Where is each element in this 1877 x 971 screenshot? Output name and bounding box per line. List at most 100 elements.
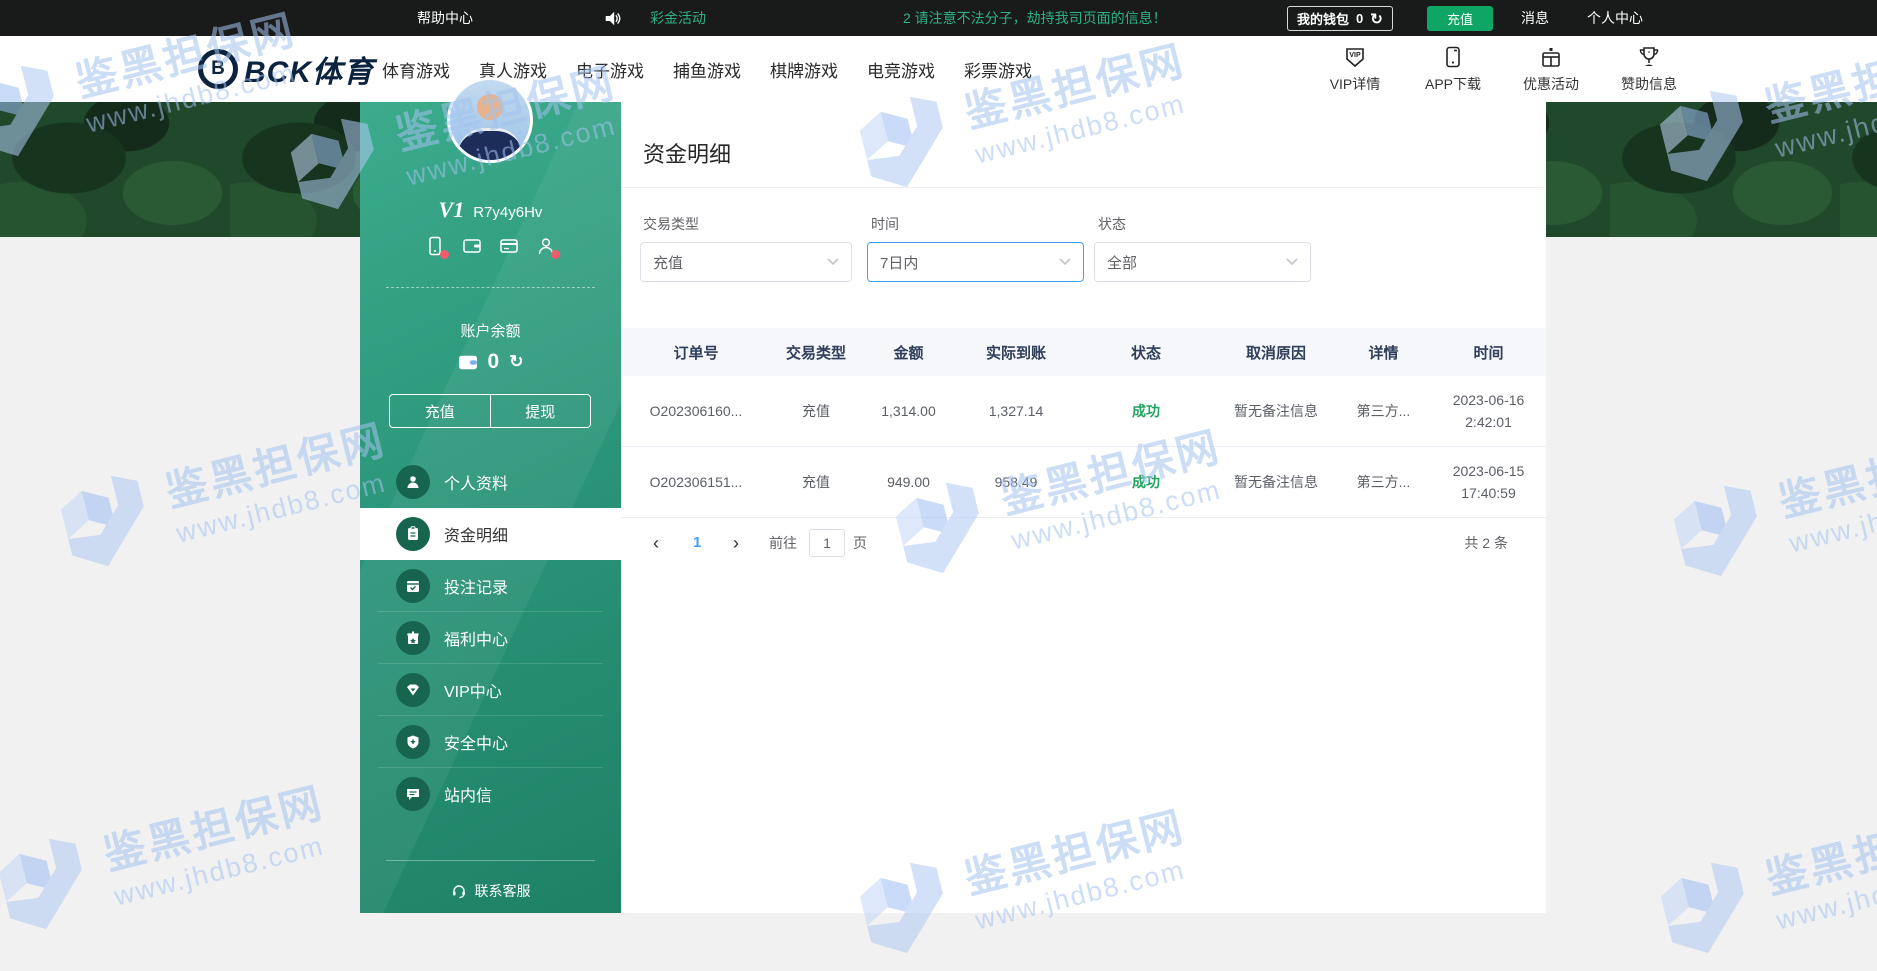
wallet-pill[interactable]: 我的钱包 0 ↻ (1287, 6, 1393, 31)
filter-label-status: 状态 (1098, 214, 1126, 234)
sidebar-item-bets[interactable]: 投注记录 (360, 560, 621, 612)
contact-label: 联系客服 (475, 881, 531, 901)
quick-links: VIP VIP详情 APP下载 优惠活动 (1318, 36, 1686, 102)
sidebar-item-messages[interactable]: 站内信 (360, 768, 621, 820)
cell-time: 2023-06-16 2:42:01 (1431, 389, 1546, 434)
col-actual: 实际到账 (956, 342, 1076, 363)
watermark: 鉴黑担保网www.jhdb8.com (0, 763, 339, 947)
status-select[interactable]: 全部 (1094, 242, 1311, 282)
cell-time-clock: 17:40:59 (1461, 485, 1516, 501)
balance-row: 0 ↻ (360, 350, 621, 374)
cell-amount: 949.00 (861, 474, 956, 490)
prev-page-icon[interactable]: ‹ (653, 527, 659, 559)
chevron-down-icon (1286, 258, 1298, 266)
deposit-button[interactable]: 充值 (390, 395, 491, 427)
headset-icon (451, 883, 467, 899)
quick-label: VIP详情 (1330, 74, 1381, 94)
page-number[interactable]: 1 (693, 527, 701, 559)
promotions-link[interactable]: 优惠活动 (1514, 45, 1588, 94)
speaker-icon (604, 10, 621, 27)
menu-label: 个人资料 (444, 470, 508, 494)
promo-link[interactable]: 彩金活动 (650, 0, 706, 36)
cell-order: O202306160... (621, 403, 771, 419)
bank-card-icon[interactable] (499, 236, 519, 256)
phone-verified-icon[interactable] (425, 236, 445, 256)
time-select-value: 7日内 (880, 252, 918, 273)
cell-time-date: 2023-06-16 (1453, 392, 1525, 408)
cell-time-clock: 2:42:01 (1465, 414, 1512, 430)
topbar: 帮助中心 彩金活动 2 请注意不法分子，劫持我司页面的信息！ 我的钱包 0 ↻ … (0, 0, 1877, 36)
verified-badge (440, 250, 449, 259)
table-header: 订单号 交易类型 金额 实际到账 状态 取消原因 详情 时间 (621, 328, 1546, 376)
contact-service-button[interactable]: 联系客服 (360, 876, 621, 906)
col-time: 时间 (1431, 342, 1546, 363)
menu-label: 福利中心 (444, 626, 508, 650)
total-count: 共 2 条 (1464, 527, 1508, 559)
sidebar-menu: 个人资料 资金明细 投注记录 福利中心 VIP中心 (360, 456, 621, 820)
refresh-icon[interactable]: ↻ (1370, 10, 1383, 28)
cell-status: 成功 (1076, 401, 1216, 421)
nav-item-esports[interactable]: 电竞游戏 (867, 57, 935, 82)
sidebar-item-profile[interactable]: 个人资料 (360, 456, 621, 508)
app-download-link[interactable]: APP下载 (1416, 45, 1490, 94)
topbar-recharge-button[interactable]: 充值 (1427, 6, 1493, 31)
col-status: 状态 (1076, 342, 1216, 363)
vip-diamond-icon (396, 673, 430, 707)
wallet-balance-icon (458, 353, 478, 371)
quick-label: APP下载 (1425, 74, 1481, 94)
sidebar: V1 R7y4y6Hv 账户余额 0 ↻ 充值 提现 (360, 102, 621, 913)
nav-item-slots[interactable]: 电子游戏 (576, 57, 644, 82)
cell-type: 充值 (771, 472, 861, 492)
avatar[interactable] (447, 77, 533, 163)
cell-actual: 958.49 (956, 474, 1076, 490)
sidebar-item-funds[interactable]: 资金明细 (360, 508, 621, 560)
trophy-icon (1637, 45, 1661, 69)
cell-reason: 暂无备注信息 (1216, 472, 1336, 492)
wallet-amount: 0 (1356, 11, 1363, 26)
nav-item-fishing[interactable]: 捕鱼游戏 (673, 57, 741, 82)
cell-amount: 1,314.00 (861, 403, 956, 419)
table-row: O202306151... 充值 949.00 958.49 成功 暂无备注信息… (621, 447, 1546, 518)
quick-label: 优惠活动 (1523, 74, 1579, 94)
balance-label: 账户余额 (360, 320, 621, 341)
watermark: 鉴黑担保网www.jhdb8.com (1656, 410, 1877, 594)
col-order: 订单号 (621, 342, 771, 363)
nav-item-chess[interactable]: 棋牌游戏 (770, 57, 838, 82)
user-icon (396, 465, 430, 499)
type-select-value: 充值 (653, 252, 683, 273)
sidebar-item-vip[interactable]: VIP中心 (360, 664, 621, 716)
time-select[interactable]: 7日内 (867, 242, 1084, 282)
nav-item-lottery[interactable]: 彩票游戏 (964, 57, 1032, 82)
page-unit-label: 页 (853, 527, 867, 559)
logo-text: BCK体育 (244, 47, 374, 91)
next-page-icon[interactable]: › (733, 527, 739, 559)
withdraw-button[interactable]: 提现 (491, 395, 591, 427)
phone-icon (1441, 45, 1465, 69)
goto-page-input[interactable] (809, 529, 845, 557)
cell-actual: 1,327.14 (956, 403, 1076, 419)
balance-amount: 0 (488, 350, 500, 374)
sidebar-item-security[interactable]: 安全中心 (360, 716, 621, 768)
vip-details-link[interactable]: VIP VIP详情 (1318, 45, 1392, 94)
messages-link[interactable]: 消息 (1521, 0, 1549, 36)
vip-badge-icon: VIP (1343, 45, 1367, 69)
balance-refresh-icon[interactable]: ↻ (509, 352, 523, 372)
chat-icon (396, 777, 430, 811)
page-title: 资金明细 (643, 137, 731, 169)
profile-person-icon[interactable] (536, 236, 556, 256)
help-center-link[interactable]: 帮助中心 (417, 0, 473, 36)
col-reason: 取消原因 (1216, 342, 1336, 363)
personal-center-link[interactable]: 个人中心 (1587, 0, 1643, 36)
navbar: B BCK体育 体育游戏 真人游戏 电子游戏 捕鱼游戏 棋牌游戏 电竞游戏 彩票… (0, 36, 1877, 102)
site-logo[interactable]: B BCK体育 (198, 36, 374, 102)
sidebar-item-welfare[interactable]: 福利中心 (360, 612, 621, 664)
filter-label-time: 时间 (871, 214, 899, 234)
wallet-buttons: 充值 提现 (389, 394, 591, 428)
wallet-icon[interactable] (462, 236, 482, 256)
type-select[interactable]: 充值 (640, 242, 852, 282)
nav-item-sports[interactable]: 体育游戏 (382, 57, 450, 82)
sponsor-info-link[interactable]: 赞助信息 (1612, 45, 1686, 94)
menu-label: 投注记录 (444, 574, 508, 598)
pagination: ‹ 1 › 前往 页 共 2 条 (621, 527, 1546, 559)
shield-plus-icon (396, 725, 430, 759)
